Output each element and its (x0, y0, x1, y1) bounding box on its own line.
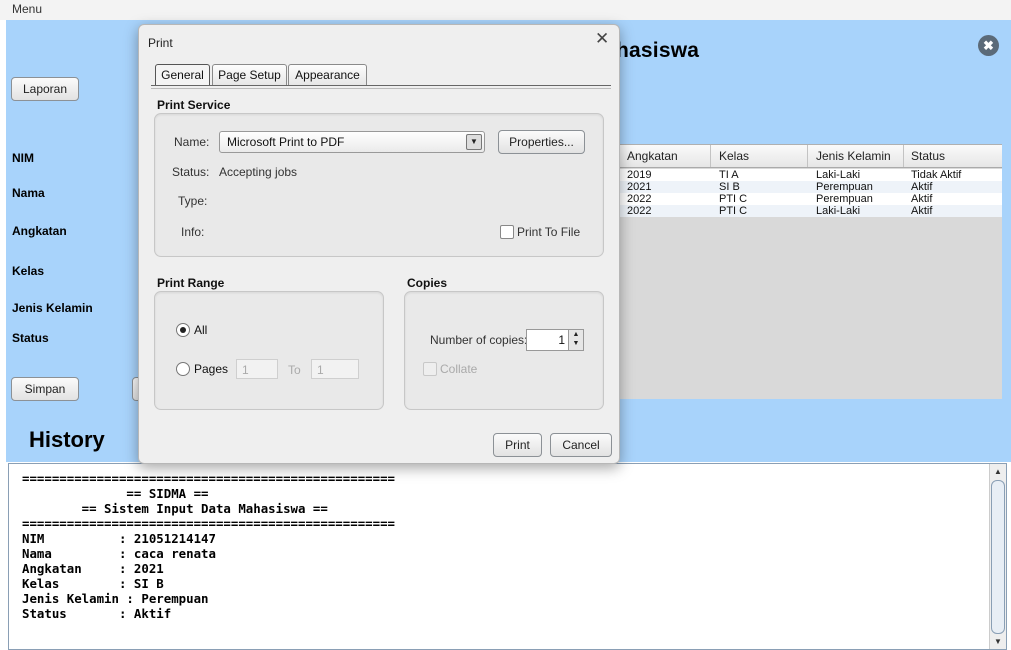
cell-kelas: PTI C (719, 205, 748, 217)
cell-jenis-kelamin: Laki-Laki (816, 169, 861, 181)
table-row[interactable]: 2022 PTI C Laki-Laki Aktif (618, 205, 1002, 217)
radio-pages[interactable] (176, 362, 190, 376)
label-jenis-kelamin: Jenis Kelamin (12, 301, 93, 315)
close-icon[interactable]: ✕ (595, 29, 609, 49)
label-kelas: Kelas (12, 264, 45, 278)
table-row[interactable]: 2021 SI B Perempuan Aktif (618, 181, 1002, 193)
scroll-down-arrow-icon[interactable]: ▼ (992, 636, 1004, 648)
data-table[interactable]: Angkatan Kelas Jenis Kelamin Status 2019… (617, 144, 1002, 399)
print-range-title: Print Range (157, 276, 225, 290)
spinner-arrows-icon[interactable]: ▲ ▼ (568, 330, 583, 350)
cell-kelas: TI A (719, 169, 739, 181)
cell-angkatan: 2021 (627, 181, 652, 193)
column-divider[interactable] (710, 145, 711, 167)
table-row[interactable]: 2022 PTI C Perempuan Aktif (618, 193, 1002, 205)
label-status: Status (12, 331, 49, 345)
history-textarea[interactable]: ========================================… (8, 463, 1007, 650)
collate-label[interactable]: Collate (440, 362, 477, 376)
table-header: Angkatan Kelas Jenis Kelamin Status (618, 145, 1002, 168)
tab-divider (151, 85, 611, 89)
copies-title: Copies (407, 276, 448, 290)
radio-pages-label[interactable]: Pages (194, 362, 228, 376)
history-scrollbar[interactable]: ▲ ▼ (989, 464, 1006, 649)
cell-jenis-kelamin: Perempuan (816, 193, 873, 205)
label-angkatan: Angkatan (12, 224, 67, 238)
properties-button[interactable]: Properties... (498, 130, 585, 154)
collate-checkbox[interactable] (423, 362, 437, 376)
name-label: Name: (174, 135, 210, 149)
tab-page-setup[interactable]: Page Setup (212, 64, 287, 85)
to-label: To (288, 363, 301, 377)
cell-angkatan: 2022 (627, 193, 652, 205)
column-divider[interactable] (807, 145, 808, 167)
table-row[interactable]: 2019 TI A Laki-Laki Tidak Aktif (618, 169, 1002, 181)
pages-to-field[interactable]: 1 (311, 359, 359, 379)
status-label: Status: (172, 165, 210, 179)
dialog-title: Print (148, 36, 173, 50)
scroll-up-arrow-icon[interactable]: ▲ (992, 466, 1004, 478)
cell-status: Aktif (911, 193, 933, 205)
label-nama: Nama (12, 186, 45, 200)
print-button[interactable]: Print (493, 433, 542, 457)
column-header-status[interactable]: Status (911, 149, 945, 163)
app-title: hasiswa (616, 39, 700, 62)
chevron-down-icon[interactable]: ▼ (466, 134, 482, 150)
number-of-copies-label: Number of copies: (430, 333, 528, 347)
cell-jenis-kelamin: Perempuan (816, 181, 873, 193)
printer-select-value: Microsoft Print to PDF (227, 135, 345, 149)
column-header-kelas[interactable]: Kelas (719, 149, 749, 163)
column-header-angkatan[interactable]: Angkatan (627, 149, 678, 163)
info-label: Info: (181, 225, 205, 239)
laporan-button[interactable]: Laporan (11, 77, 79, 101)
cell-kelas: PTI C (719, 193, 748, 205)
label-nim: NIM (12, 151, 34, 165)
printer-select[interactable]: Microsoft Print to PDF ▼ (219, 131, 485, 153)
cell-status: Tidak Aktif (911, 169, 962, 181)
cell-kelas: SI B (719, 181, 740, 193)
print-service-title: Print Service (157, 98, 231, 112)
history-text: ========================================… (22, 471, 395, 621)
copies-spinner[interactable]: 1 ▲ ▼ (526, 329, 584, 351)
scroll-thumb[interactable] (991, 480, 1005, 634)
print-to-file-label[interactable]: Print To File (517, 225, 580, 239)
radio-all[interactable] (176, 323, 190, 337)
cell-status: Aktif (911, 181, 933, 193)
column-header-jenis-kelamin[interactable]: Jenis Kelamin (816, 149, 891, 163)
cell-status: Aktif (911, 205, 933, 217)
column-divider[interactable] (903, 145, 904, 167)
simpan-button[interactable]: Simpan (11, 377, 79, 401)
cell-angkatan: 2019 (627, 169, 652, 181)
copies-value: 1 (558, 333, 565, 347)
cell-angkatan: 2022 (627, 205, 652, 217)
radio-selected-dot (180, 327, 186, 333)
history-title: History (29, 427, 105, 452)
print-range-group (154, 291, 384, 410)
cancel-button[interactable]: Cancel (550, 433, 612, 457)
tab-appearance[interactable]: Appearance (288, 64, 367, 85)
radio-all-label[interactable]: All (194, 323, 207, 337)
pages-from-field[interactable]: 1 (236, 359, 278, 379)
menu-item-menu[interactable]: Menu (12, 2, 42, 16)
menu-bar: Menu (0, 0, 1011, 20)
type-label: Type: (178, 194, 208, 208)
print-to-file-checkbox[interactable] (500, 225, 514, 239)
cell-jenis-kelamin: Laki-Laki (816, 205, 861, 217)
close-app-icon[interactable]: ✖ (978, 35, 999, 56)
tab-general[interactable]: General (155, 64, 210, 85)
print-dialog: Print ✕ General Page Setup Appearance Pr… (138, 24, 620, 464)
status-value: Accepting jobs (219, 165, 298, 179)
